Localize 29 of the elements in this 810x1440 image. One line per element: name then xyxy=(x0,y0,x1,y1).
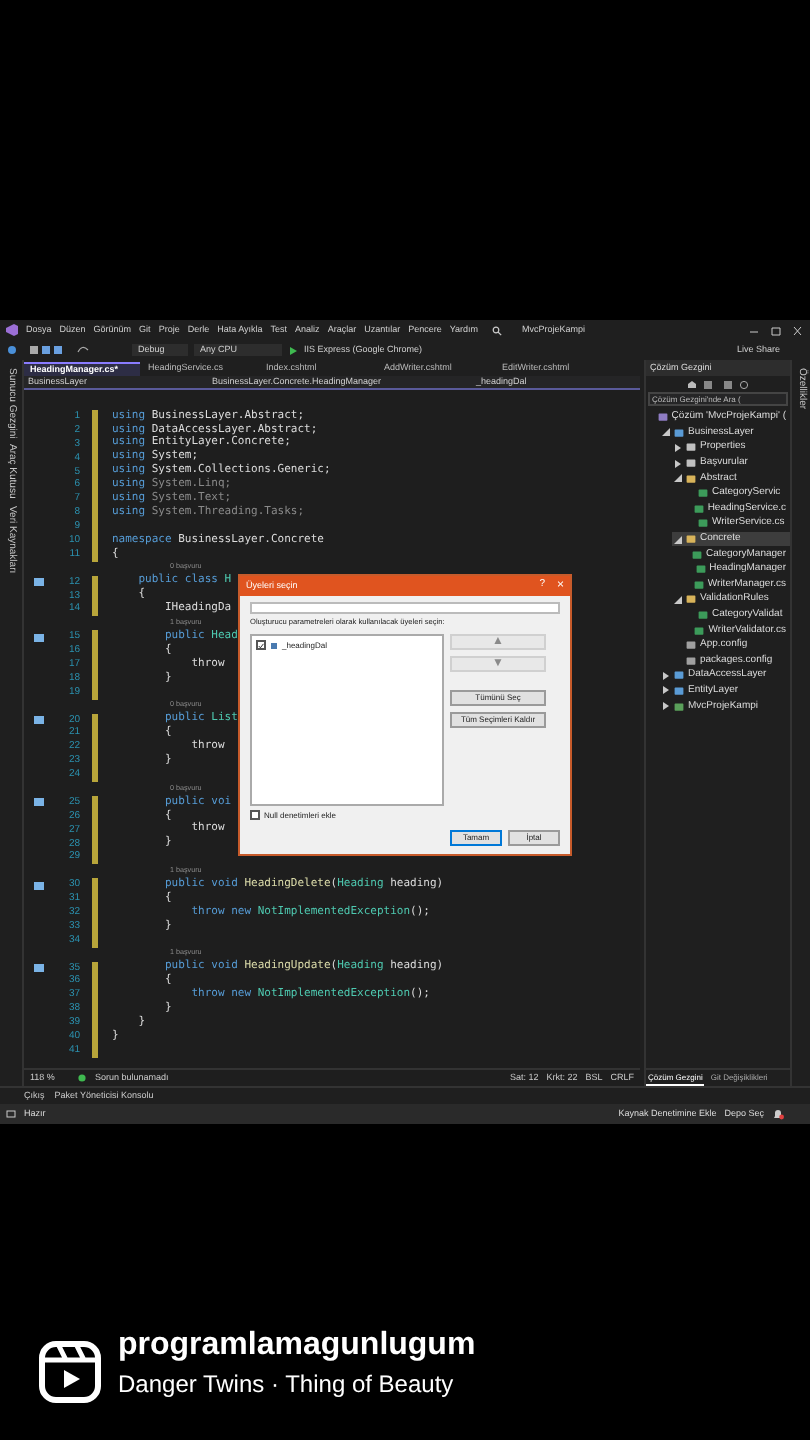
checkbox[interactable] xyxy=(250,810,260,821)
implementation-marker-icon[interactable] xyxy=(33,881,43,890)
expanded-caret-icon[interactable] xyxy=(673,474,681,483)
folder-icon xyxy=(686,473,696,484)
implementation-marker-icon[interactable] xyxy=(33,798,43,807)
expanded-caret-icon[interactable] xyxy=(673,595,681,604)
expanded-caret-icon[interactable] xyxy=(673,535,681,544)
folder-icon xyxy=(686,594,696,605)
checkbox[interactable] xyxy=(256,640,266,651)
implementation-marker-icon[interactable] xyxy=(33,716,43,725)
expanded-caret-icon[interactable] xyxy=(661,428,669,437)
filter-field[interactable] xyxy=(250,602,560,614)
status-ok-icon xyxy=(78,1074,87,1082)
notification-icon[interactable] xyxy=(772,1108,784,1120)
reels-icon[interactable] xyxy=(38,1340,102,1404)
audio-track[interactable]: Danger Twins · Thing of Beauty xyxy=(118,1368,476,1400)
field-icon xyxy=(270,641,278,650)
status-icon xyxy=(6,1109,16,1119)
implementation-marker-icon[interactable] xyxy=(33,633,43,642)
account-name[interactable]: programlamagunlugum xyxy=(118,1324,476,1368)
folder-icon xyxy=(686,534,696,545)
explorer-toolbar-drawing[interactable] xyxy=(684,379,752,389)
play-icon[interactable] xyxy=(288,345,298,355)
search-icon[interactable] xyxy=(492,325,503,335)
window-controls-icon[interactable] xyxy=(748,325,804,335)
implementation-marker-icon[interactable] xyxy=(33,578,43,587)
app-logo-icon xyxy=(6,324,18,336)
implementation-marker-icon[interactable] xyxy=(33,964,43,973)
checkmark-icon xyxy=(258,641,264,650)
